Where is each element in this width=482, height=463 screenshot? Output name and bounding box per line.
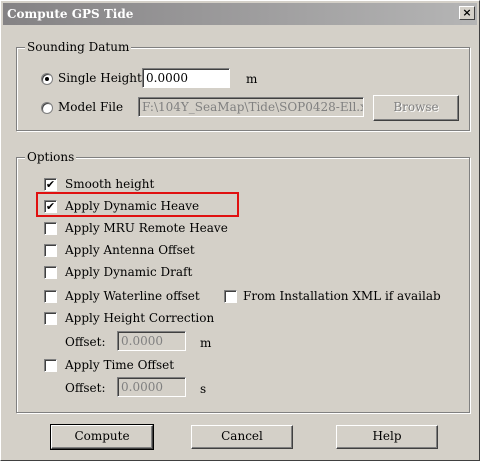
highlight-box (36, 192, 239, 217)
options-label: Options (25, 150, 77, 164)
cancel-button[interactable]: Cancel (191, 425, 293, 449)
time-offset-offset-label: Offset: (65, 381, 106, 395)
single-height-label: Single Height (58, 71, 142, 85)
dynamic-draft-label: Apply Dynamic Draft (65, 265, 193, 279)
height-correction-unit: m (200, 336, 212, 350)
waterline-offset-checkbox[interactable] (44, 290, 57, 303)
antenna-offset-label: Apply Antenna Offset (65, 243, 195, 257)
waterline-offset-label: Apply Waterline offset (65, 289, 200, 303)
browse-button[interactable]: Browse (373, 95, 459, 121)
height-correction-checkbox[interactable] (44, 312, 57, 325)
help-button[interactable]: Help (336, 425, 438, 449)
time-offset-checkbox[interactable] (44, 359, 57, 372)
time-offset-label: Apply Time Offset (65, 358, 175, 372)
time-offset-input[interactable]: 0.0000 (117, 377, 186, 397)
title-bar[interactable]: Compute GPS Tide × (3, 3, 477, 25)
height-correction-label: Apply Height Correction (65, 311, 215, 325)
single-height-input[interactable]: 0.0000 (142, 68, 230, 88)
window-title: Compute GPS Tide (7, 7, 134, 21)
antenna-offset-checkbox[interactable] (44, 244, 57, 257)
close-icon[interactable]: × (459, 6, 475, 20)
mru-remote-heave-label: Apply MRU Remote Heave (65, 221, 228, 235)
model-file-path-input[interactable]: F:\104Y_SeaMap\Tide\SOP0428-Ell.xyz (138, 97, 364, 117)
model-file-radio[interactable] (41, 102, 53, 114)
single-height-unit: m (246, 72, 258, 86)
dynamic-draft-checkbox[interactable] (44, 266, 57, 279)
smooth-height-label: Smooth height (65, 177, 155, 191)
height-correction-offset-input[interactable]: 0.0000 (117, 331, 186, 351)
model-file-label: Model File (58, 100, 124, 114)
time-offset-unit: s (200, 382, 207, 396)
single-height-radio[interactable] (41, 73, 53, 85)
from-installation-xml-checkbox[interactable] (224, 290, 237, 303)
compute-button[interactable]: Compute (50, 424, 154, 450)
compute-gps-tide-dialog: Compute GPS Tide × Sounding Datum Single… (0, 0, 480, 461)
from-installation-xml-label: From Installation XML if availab (243, 289, 441, 303)
height-correction-offset-label: Offset: (65, 335, 106, 349)
mru-remote-heave-checkbox[interactable] (44, 222, 57, 235)
sounding-datum-label: Sounding Datum (25, 40, 132, 54)
smooth-height-checkbox[interactable]: ✔ (44, 178, 57, 191)
